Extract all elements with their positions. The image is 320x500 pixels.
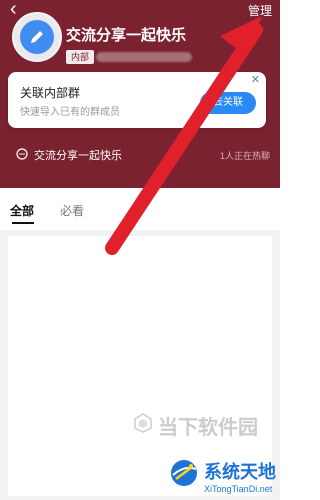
- online-status: 1人正在热聊: [219, 151, 270, 161]
- tab-all[interactable]: 全部: [10, 202, 34, 219]
- group-header: ‹ 管理 交流分享一起快乐 内部 关联内部群 快速导入已有的群成员 去关联 ✕ …: [0, 0, 280, 188]
- watermark-text: 当下软件园: [158, 417, 258, 439]
- card-subtitle: 快速导入已有的群成员: [20, 107, 120, 118]
- manage-button[interactable]: 管理: [248, 2, 272, 19]
- group-avatar[interactable]: [12, 12, 62, 62]
- pencil-icon: [20, 20, 54, 54]
- tab-must-read[interactable]: 必看: [60, 202, 84, 219]
- tab-underline: [12, 222, 34, 224]
- watermark-logo-icon: [132, 412, 154, 440]
- link-internal-group-card: 关联内部群 快速导入已有的群成员 去关联 ✕: [8, 72, 266, 128]
- chat-bubble-icon: [16, 147, 28, 163]
- watermark: 当下软件园: [132, 411, 258, 440]
- close-icon[interactable]: ✕: [251, 73, 260, 86]
- chat-row[interactable]: 交流分享一起快乐: [16, 147, 122, 163]
- chat-row-label: 交流分享一起快乐: [34, 150, 122, 162]
- tab-bar: 全部 必看: [0, 188, 280, 230]
- globe-logo-icon: [168, 457, 200, 494]
- card-title: 关联内部群: [20, 86, 81, 100]
- internal-badge: 内部: [66, 50, 95, 64]
- site-badge-url: XiTongTianDi.net: [204, 483, 273, 494]
- group-title: 交流分享一起快乐: [66, 27, 187, 44]
- site-badge-title: 系统天地: [204, 461, 276, 482]
- link-button[interactable]: 去关联: [200, 92, 256, 114]
- blurred-info: [96, 52, 192, 62]
- site-badge: 系统天地 XiTongTianDi.net: [168, 457, 276, 494]
